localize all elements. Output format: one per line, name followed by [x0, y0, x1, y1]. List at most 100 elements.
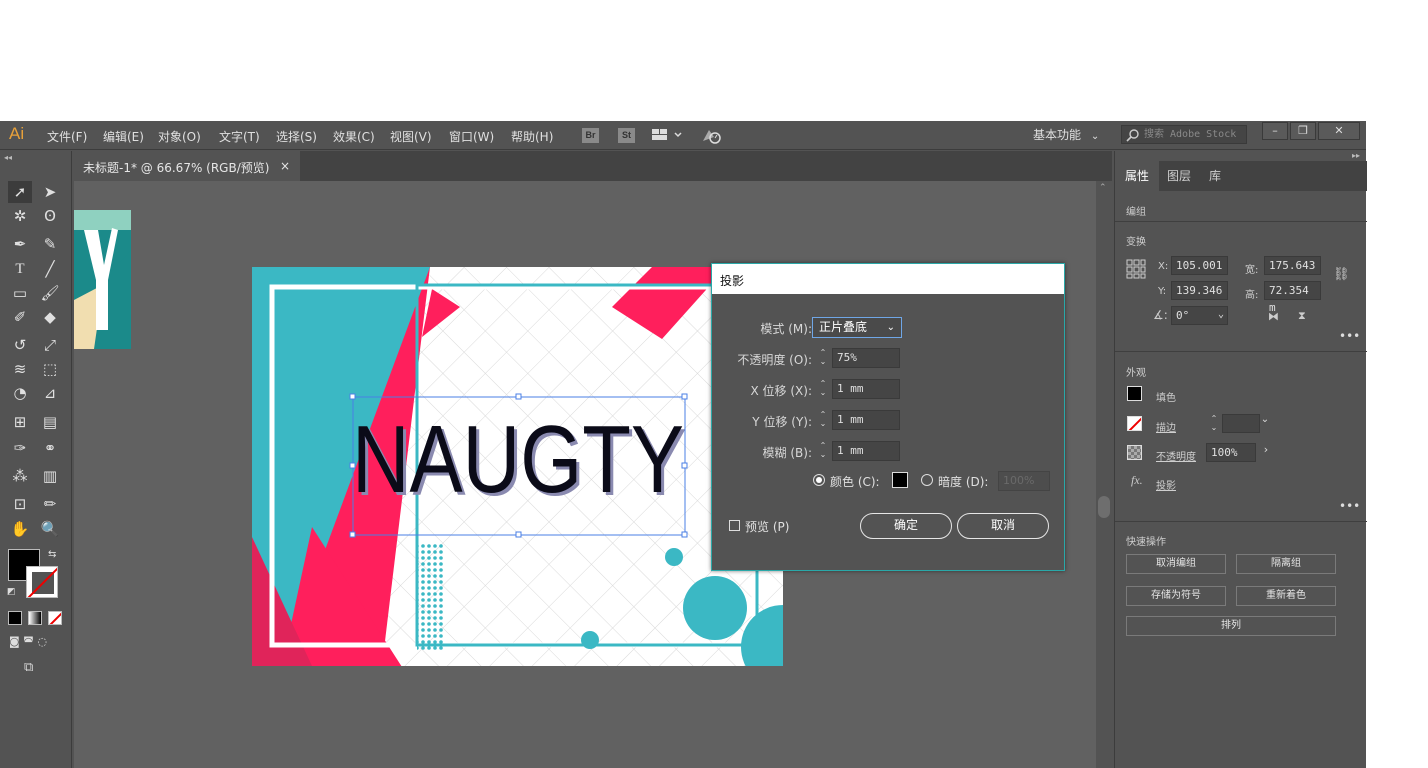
chevron-right-icon[interactable]: › — [1259, 443, 1273, 462]
menu-effect[interactable]: 效果(C) — [333, 128, 375, 145]
stock-button[interactable]: St — [618, 128, 635, 143]
default-colors-icon[interactable]: ◩ — [7, 587, 16, 597]
menu-view[interactable]: 视图(V) — [390, 128, 432, 145]
fx-icon[interactable]: fx. — [1131, 473, 1143, 488]
tab-properties[interactable]: 属性 — [1115, 161, 1160, 191]
menu-file[interactable]: 文件(F) — [47, 128, 87, 145]
workspace-switcher[interactable]: 基本功能 ⌄ — [1033, 126, 1099, 143]
slice-tool-icon[interactable]: ✏ — [38, 493, 62, 515]
save-as-symbol-button[interactable]: 存储为符号 — [1126, 586, 1226, 606]
stroke-color-swatch[interactable] — [1127, 416, 1142, 431]
eraser-tool-icon[interactable]: ◆ — [38, 306, 62, 328]
bridge-button[interactable]: Br — [582, 128, 599, 143]
hand-tool-icon[interactable]: ✋ — [8, 518, 32, 540]
scroll-up-icon[interactable]: ⌃ — [1099, 183, 1107, 193]
stroke-weight-stepper-icon[interactable]: ⌃ ⌄ — [1207, 414, 1221, 433]
constrain-proportions-icon[interactable]: ⛓ — [1333, 267, 1350, 282]
screen-mode-icon[interactable]: ⧉ — [24, 660, 33, 675]
more-options-icon[interactable]: ••• — [1339, 499, 1360, 513]
reference-point-icon[interactable] — [1126, 259, 1146, 279]
preview-checkbox[interactable] — [729, 520, 740, 531]
y-input[interactable]: 139.346 — [1171, 281, 1228, 300]
darkness-input[interactable]: 100% — [998, 471, 1050, 491]
close-tab-icon[interactable]: × — [280, 159, 290, 173]
collapse-toolbox-icon[interactable]: ◂◂ — [4, 153, 12, 162]
free-transform-tool-icon[interactable]: ⬚ — [38, 358, 62, 380]
curvature-tool-icon[interactable]: ✎ — [38, 233, 62, 255]
gradient-mode-icon[interactable] — [28, 611, 42, 625]
tab-libraries[interactable]: 库 — [1199, 161, 1231, 191]
y-offset-stepper-icon[interactable]: ⌃ ⌄ — [816, 410, 830, 430]
line-tool-icon[interactable]: ╱ — [38, 258, 62, 280]
width-tool-icon[interactable]: ≋ — [8, 358, 32, 380]
pen-tool-icon[interactable]: ✒ — [8, 233, 32, 255]
menu-edit[interactable]: 编辑(E) — [103, 128, 144, 145]
artboard[interactable]: NAUGTY NAUGTY — [252, 267, 783, 666]
stroke-weight-input[interactable] — [1222, 414, 1260, 433]
mode-select[interactable]: 正片叠底 ⌄ — [812, 317, 902, 338]
collapse-panel-icon[interactable]: ▸▸ — [1352, 151, 1360, 160]
mesh-tool-icon[interactable]: ⊞ — [8, 411, 32, 433]
blur-stepper-icon[interactable]: ⌃ ⌄ — [816, 441, 830, 461]
color-radio[interactable] — [813, 474, 825, 486]
recolor-button[interactable]: 重新着色 — [1236, 586, 1336, 606]
flip-vertical-icon[interactable]: ⧗ — [1298, 309, 1306, 323]
menu-window[interactable]: 窗口(W) — [449, 128, 494, 145]
perspective-grid-tool-icon[interactable]: ⊿ — [38, 382, 62, 404]
shadow-color-swatch[interactable] — [892, 472, 908, 488]
chevron-down-icon[interactable]: ⌄ — [1258, 414, 1272, 433]
flip-horizontal-icon[interactable]: ⧓ — [1268, 310, 1279, 323]
zoom-tool-icon[interactable]: 🔍 — [38, 518, 62, 540]
blur-input[interactable]: 1 mm — [832, 441, 900, 461]
gradient-tool-icon[interactable]: ▤ — [38, 411, 62, 433]
selection-tool-icon[interactable]: ➚ — [8, 181, 32, 203]
opacity-input[interactable]: 100% — [1206, 443, 1256, 462]
document-tab[interactable]: 未标题-1* @ 66.67% (RGB/预览) × — [74, 151, 300, 181]
none-mode-icon[interactable] — [48, 611, 62, 625]
minimize-button[interactable]: – — [1262, 122, 1288, 140]
cancel-button[interactable]: 取消 — [957, 513, 1049, 539]
opacity-label[interactable]: 不透明度 — [1156, 448, 1196, 463]
menu-select[interactable]: 选择(S) — [276, 128, 317, 145]
close-window-button[interactable]: ✕ — [1318, 122, 1360, 140]
swap-fill-stroke-icon[interactable]: ⇆ — [48, 549, 56, 560]
opacity-input[interactable]: 75% — [832, 348, 900, 368]
effect-label[interactable]: 投影 — [1156, 477, 1176, 492]
type-tool-icon[interactable]: T — [8, 258, 32, 280]
color-mode-icon[interactable] — [8, 611, 22, 625]
fill-color-swatch[interactable] — [1127, 386, 1142, 401]
stroke-label[interactable]: 描边 — [1156, 419, 1176, 434]
width-input[interactable]: 175.643 — [1264, 256, 1321, 275]
direct-selection-tool-icon[interactable]: ➤ — [38, 181, 62, 203]
arrange-documents-icon[interactable] — [651, 127, 683, 143]
shape-builder-tool-icon[interactable]: ◔ — [8, 382, 32, 404]
more-options-icon[interactable]: ••• — [1339, 329, 1360, 343]
artboard-tool-icon[interactable]: ⊡ — [8, 493, 32, 515]
blend-tool-icon[interactable]: ⚭ — [38, 437, 62, 459]
draw-mode-icon[interactable]: ◙ ◚ ◌ — [9, 635, 47, 648]
arrange-button[interactable]: 排列 — [1126, 616, 1336, 636]
restore-button[interactable]: ❐ — [1290, 122, 1316, 140]
y-offset-input[interactable]: 1 mm — [832, 410, 900, 430]
shaper-tool-icon[interactable]: ✐ — [8, 306, 32, 328]
isolate-group-button[interactable]: 隔离组 — [1236, 554, 1336, 574]
magic-wand-tool-icon[interactable]: ✲ — [8, 205, 32, 227]
x-offset-input[interactable]: 1 mm — [832, 379, 900, 399]
gpu-performance-icon[interactable] — [701, 127, 723, 145]
lasso-tool-icon[interactable]: ʘ — [38, 205, 62, 227]
symbol-sprayer-tool-icon[interactable]: ⁂ — [8, 465, 32, 487]
rectangle-tool-icon[interactable]: ▭ — [8, 282, 32, 304]
x-input[interactable]: 105.001 — [1171, 256, 1228, 275]
artwork-text[interactable]: NAUGTY — [352, 406, 684, 513]
ungroup-button[interactable]: 取消编组 — [1126, 554, 1226, 574]
x-offset-stepper-icon[interactable]: ⌃ ⌄ — [816, 379, 830, 399]
angle-input[interactable]: 0° ⌄ — [1171, 306, 1228, 325]
scale-tool-icon[interactable]: ⤢ — [38, 334, 62, 356]
height-input[interactable]: 72.354 m — [1264, 281, 1321, 314]
ok-button[interactable]: 确定 — [860, 513, 952, 539]
scroll-thumb[interactable] — [1098, 496, 1110, 518]
stroke-swatch[interactable] — [26, 566, 58, 598]
menu-help[interactable]: 帮助(H) — [511, 128, 553, 145]
menu-type[interactable]: 文字(T) — [219, 128, 260, 145]
vertical-scrollbar[interactable]: ⌃ — [1096, 181, 1112, 768]
